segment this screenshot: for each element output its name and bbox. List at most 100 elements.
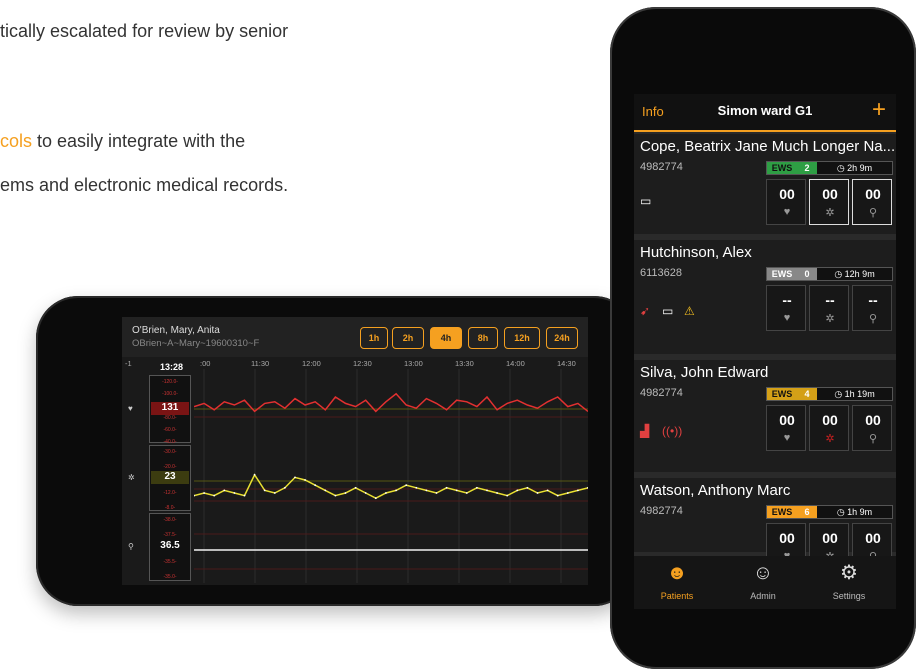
vital-cell[interactable]: 00 ⚲ <box>852 405 892 451</box>
vital-cell[interactable]: 00 ⚲ <box>852 179 892 225</box>
heart-icon: ♥ <box>128 404 133 413</box>
rr-point <box>324 489 327 492</box>
time-marker: -1 <box>125 359 132 368</box>
lungs-icon: ✲ <box>825 207 835 219</box>
patient-name: Watson, Anthony Marc <box>640 482 791 499</box>
vitals-trend-screen: O'Brien, Mary, Anita OBrien~A~Mary~19600… <box>122 317 588 585</box>
vital-reading: 00 <box>779 186 795 202</box>
ews-time: ◷ 2h 9m <box>817 162 892 174</box>
ews-label: EWS <box>767 268 797 280</box>
patient-card[interactable]: Watson, Anthony Marc 4982774 EWS 6 ◷ 1h 9m 00… <box>634 478 896 569</box>
vital-value: 36.5 <box>151 540 189 553</box>
scale-tick: -35.0- <box>163 574 177 580</box>
vital-reading: 00 <box>779 412 795 428</box>
current-time: 13:28 <box>160 362 184 372</box>
patient-list-screen: Info Simon ward G1 + Cope, Beatrix Jane … <box>634 94 896 609</box>
flag-icon: ➹ <box>640 304 651 318</box>
range-button-8h[interactable]: 8h <box>468 327 498 349</box>
battery-icon: ▭ <box>640 194 652 208</box>
vital-box: -30.0- -20.0- -12.0- -8.0- 23 <box>149 445 191 511</box>
ews-time: ◷ 1h 9m <box>817 506 892 518</box>
rr-point <box>395 489 397 492</box>
rr-point <box>223 489 226 492</box>
rr-point <box>374 497 377 500</box>
range-button-12h[interactable]: 12h <box>504 327 540 349</box>
vital-cell[interactable]: 00 ♥ <box>766 405 806 451</box>
range-button-4h[interactable]: 4h <box>430 327 462 349</box>
vital-box: -120.0- -100.0- -80.0- -60.0- -40.0- 131 <box>149 375 191 445</box>
patient-name: Cope, Beatrix Jane Much Longer Na... <box>640 138 896 155</box>
patient-name: O'Brien, Mary, Anita <box>132 325 220 336</box>
rr-point <box>465 492 468 494</box>
vital-value: 131 <box>151 402 189 415</box>
ews-label: EWS <box>767 506 797 518</box>
marketing-line-2-text: to easily integrate with the <box>32 131 246 151</box>
ews-time: ◷ 12h 9m <box>817 268 892 280</box>
ews-badge: EWS 0 ◷ 12h 9m <box>766 267 893 281</box>
app-header: Info Simon ward G1 + <box>634 94 896 132</box>
range-button-2h[interactable]: 2h <box>392 327 424 349</box>
vital-box: -38.0- -37.5- -35.5- -35.0- 36.5 <box>149 513 191 581</box>
rr-point <box>506 494 509 497</box>
wireless-alert-icon: ((•)) <box>662 424 683 438</box>
patient-name: Hutchinson, Alex <box>640 244 752 261</box>
scale-tick: -35.5- <box>163 559 177 565</box>
rr-point <box>294 476 296 479</box>
protocols-link[interactable]: cols <box>0 131 32 151</box>
rr-point <box>253 473 256 476</box>
bottom-nav: ☻ Patients ☺ Admin ⚙ Settings <box>634 556 896 609</box>
battery-alert-icon: ⚠ <box>684 304 695 318</box>
lungs-icon: ✲ <box>128 473 135 482</box>
range-button-24h[interactable]: 24h <box>546 327 578 349</box>
vital-cell[interactable]: 00 ♥ <box>766 179 806 225</box>
marketing-line-2: cols to easily integrate with the <box>0 128 245 154</box>
vital-cell[interactable]: -- ✲ <box>809 285 849 331</box>
rr-point <box>536 492 539 494</box>
ews-score: 4 <box>797 388 817 400</box>
time-tick: 12:00 <box>302 359 321 368</box>
ews-time: ◷ 1h 19m <box>817 388 892 400</box>
patient-id: OBrien~A~Mary~19600310~F <box>132 338 260 349</box>
time-tick: 13:30 <box>455 359 474 368</box>
vital-value: 23 <box>151 471 189 484</box>
patient-name: Silva, John Edward <box>640 364 769 381</box>
ews-score: 0 <box>797 268 817 280</box>
nav-patients[interactable]: ☻ Patients <box>637 560 717 604</box>
scale-tick: -12.0- <box>163 490 177 496</box>
vital-reading: 00 <box>779 530 795 546</box>
patient-id: 4982774 <box>640 161 683 173</box>
scale-tick: -60.0- <box>163 427 177 433</box>
vital-cell[interactable]: 00 ✲ <box>809 179 849 225</box>
patient-card[interactable]: Hutchinson, Alex 6113628 EWS 0 ◷ 12h 9m -- ♥ --… <box>634 240 896 360</box>
vital-cell[interactable]: -- ♥ <box>766 285 806 331</box>
vital-reading: 00 <box>865 186 881 202</box>
marketing-line-1: tically escalated for review by senior <box>0 21 289 41</box>
rr-point <box>577 489 579 492</box>
rr-point <box>566 492 569 494</box>
marketing-line-3: ems and electronic medical records. <box>0 175 289 195</box>
rr-point <box>415 486 418 489</box>
vital-cell[interactable]: 00 ✲ <box>809 405 849 451</box>
heart-icon: ♥ <box>783 206 791 218</box>
vital-reading: 00 <box>865 412 881 428</box>
vital-reading: 00 <box>865 530 881 546</box>
add-patient-button[interactable]: + <box>872 97 886 123</box>
nav-label: Admin <box>750 591 776 601</box>
rr-point <box>354 486 357 489</box>
patient-card[interactable]: Silva, John Edward 4982774 EWS 4 ◷ 1h 19m 00 ♥… <box>634 360 896 478</box>
patient-id: 6113628 <box>640 267 683 279</box>
patient-card[interactable]: Cope, Beatrix Jane Much Longer Na... 4982… <box>634 134 896 240</box>
rr-point <box>203 492 205 494</box>
ews-score: 2 <box>797 162 817 174</box>
range-button-1h[interactable]: 1h <box>360 327 388 349</box>
rr-point <box>405 484 408 487</box>
nav-settings[interactable]: ⚙ Settings <box>809 560 889 604</box>
vital-cell[interactable]: -- ⚲ <box>852 285 892 331</box>
scale-tick: -100.0- <box>162 391 178 397</box>
patient-icon: ☻ <box>666 562 688 584</box>
rr-point <box>364 492 367 494</box>
nav-admin[interactable]: ☺ Admin <box>723 560 803 604</box>
ews-badge: EWS 4 ◷ 1h 19m <box>766 387 893 401</box>
rr-point <box>445 486 448 489</box>
ews-score: 6 <box>797 506 817 518</box>
